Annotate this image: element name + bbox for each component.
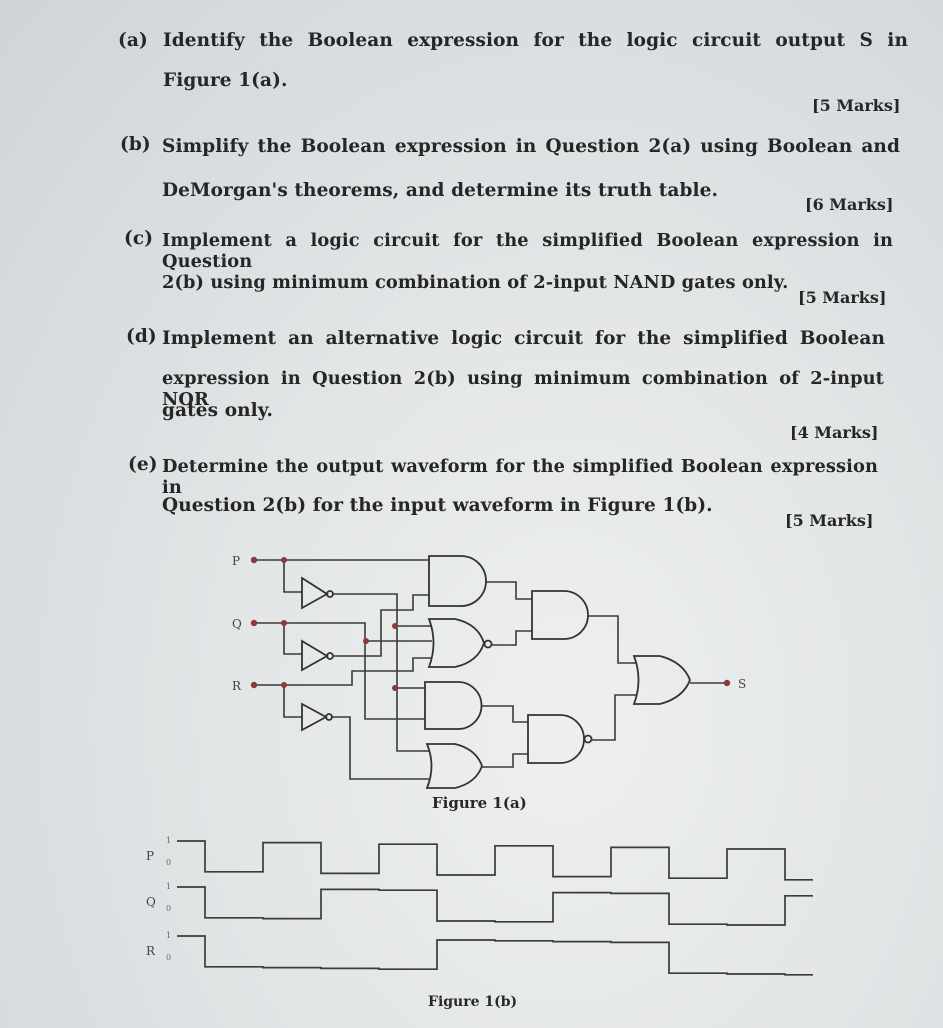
timing-diagram: P 1 0 Q 1 0 R 1 0	[146, 836, 813, 976]
or-gate-output	[632, 655, 691, 705]
input-r-label: R	[232, 679, 242, 693]
waveform-label-r: R	[146, 944, 156, 958]
nor-gate	[427, 618, 493, 668]
input-q-label: Q	[232, 617, 242, 631]
level-low-r: 0	[166, 953, 171, 962]
level-high-r: 1	[166, 931, 171, 940]
output-s-label: S	[738, 677, 746, 691]
waveform-q	[177, 886, 813, 926]
level-low-q: 0	[166, 904, 171, 913]
figure-1a-caption: Figure 1(a)	[432, 794, 527, 812]
waveform-label-p: P	[146, 849, 154, 863]
waveform-r	[177, 935, 813, 976]
level-low-p: 0	[166, 858, 171, 867]
level-high-q: 1	[166, 882, 171, 891]
input-p-label: P	[232, 554, 240, 568]
and-gate-3	[531, 590, 589, 640]
level-high-p: 1	[166, 836, 171, 845]
waveform-p	[177, 840, 813, 881]
or-gate-1	[425, 743, 483, 789]
waveform-label-q: Q	[146, 895, 156, 909]
junction-dots	[250, 556, 731, 691]
not-gate-p	[301, 576, 334, 610]
nand-gate	[527, 714, 593, 764]
and-gate-1	[428, 555, 487, 607]
logic-circuit-diagram: P Q R S P 1 0 Q 1 0 R 1 0	[146, 554, 813, 976]
not-gate-r	[301, 702, 333, 732]
not-gate-q	[301, 639, 334, 672]
figure-1b-caption: Figure 1(b)	[428, 994, 518, 1010]
and-gate-2	[424, 681, 483, 730]
